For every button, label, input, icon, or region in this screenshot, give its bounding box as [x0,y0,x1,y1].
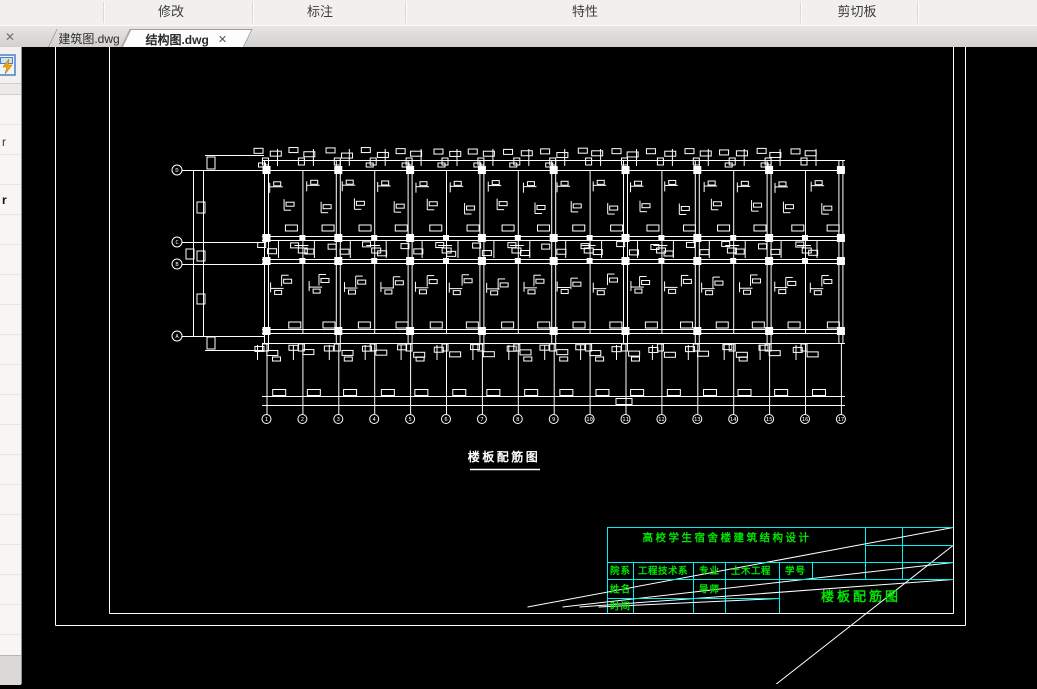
palette-row[interactable] [0,605,21,635]
palette-row[interactable] [0,515,21,545]
application-window: 修改 标注 特性 剪切板 ✕ 建筑图.dwg 结构图.dwg ✕ rr 高校学生宿舍楼建筑… [0,0,1037,689]
document-tab-label: 结构图.dwg [145,32,209,47]
svg-text:B: B [175,262,179,268]
document-tabbar: ✕ 建筑图.dwg 结构图.dwg ✕ [0,25,1037,48]
ribbon-panel-label[interactable]: 剪切板 [837,0,876,24]
svg-text:12: 12 [658,417,665,423]
palette-row[interactable] [0,365,21,395]
svg-text:专业: 专业 [699,565,720,577]
svg-text:D: D [175,168,178,174]
svg-text:楼板配筋图: 楼板配筋图 [821,589,901,605]
ribbon-panel-label[interactable]: 标注 [307,0,333,24]
palette-row[interactable] [0,245,21,275]
palette-row[interactable] [0,485,21,515]
svg-text:时间: 时间 [610,601,631,613]
palette-row[interactable] [0,155,21,185]
svg-text:9: 9 [552,417,555,423]
svg-text:7: 7 [480,417,483,423]
svg-text:14: 14 [730,417,737,423]
title-block: 高校学生宿舍楼建筑结构设计院系 工程技术系 专业 土木工程 学号姓名 导师时间 楼板配筋图 [527,527,954,689]
document-tab-label: 建筑图.dwg [58,32,120,46]
ribbon-panel-label[interactable]: 特性 [572,0,598,24]
ribbon-separator [405,2,407,23]
palette-row[interactable] [0,275,21,305]
floor-plan [253,147,845,414]
svg-text:1: 1 [265,417,268,423]
close-all-icon[interactable]: ✕ [3,29,17,45]
palette-header [0,83,21,95]
document-tab[interactable]: 建筑图.dwg [47,29,131,48]
svg-text:6: 6 [444,417,447,423]
drawing-canvas[interactable]: 高校学生宿舍楼建筑结构设计院系 工程技术系 专业 土木工程 学号姓名 导师时间 楼板配筋图 D… [22,47,1037,689]
palette-row[interactable] [0,335,21,365]
svg-text:17: 17 [838,417,845,423]
svg-text:姓名: 姓名 [609,584,631,596]
palette-footer [0,655,21,685]
palette-row-text: r [2,193,7,207]
svg-text:15: 15 [766,417,773,423]
left-dimensions: D C B A [171,155,264,351]
palette-row[interactable] [0,95,21,125]
svg-text:楼板配筋图: 楼板配筋图 [468,449,541,464]
palette-row[interactable] [0,545,21,575]
svg-text:8: 8 [516,417,519,423]
palette-row[interactable] [0,215,21,245]
svg-text:2: 2 [301,417,304,423]
svg-text:学号: 学号 [785,565,806,577]
svg-text:13: 13 [694,417,701,423]
svg-text:3: 3 [337,417,340,423]
left-palette[interactable]: rr [0,47,22,685]
structural-plan-svg: 高校学生宿舍楼建筑结构设计院系 工程技术系 专业 土木工程 学号姓名 导师时间 楼板配筋图 D… [55,47,966,689]
palette-row[interactable] [0,305,21,335]
palette-row[interactable] [0,575,21,605]
ribbon-separator [252,2,254,23]
ribbon-separator [103,2,105,23]
ribbon-panel-label[interactable]: 修改 [158,0,184,24]
svg-text:4: 4 [373,417,377,423]
svg-text:C: C [175,240,178,246]
svg-text:10: 10 [586,417,593,423]
lightning-tool-icon[interactable] [0,53,17,77]
palette-row[interactable] [0,425,21,455]
svg-text:5: 5 [408,417,411,423]
svg-text:A: A [175,334,179,340]
document-tab[interactable]: 结构图.dwg ✕ [121,29,253,48]
svg-text:高校学生宿舍楼建筑结构设计: 高校学生宿舍楼建筑结构设计 [643,531,812,544]
svg-text:工程技术系: 工程技术系 [638,565,688,577]
tab-close-icon[interactable]: ✕ [217,33,228,46]
ribbon-separator [800,2,802,23]
ribbon-separator [917,2,919,23]
svg-text:11: 11 [622,417,629,423]
palette-row[interactable] [0,395,21,425]
drawing-caption: 楼板配筋图 [468,449,541,471]
palette-row-text: r [2,135,6,149]
ribbon-strip: 修改 标注 特性 剪切板 [0,0,1037,26]
svg-text:导师: 导师 [699,584,720,596]
palette-toolbar [0,47,21,83]
svg-text:土木工程: 土木工程 [731,565,771,577]
svg-text:16: 16 [802,417,809,423]
svg-text:院系: 院系 [610,565,631,577]
palette-row[interactable] [0,455,21,485]
